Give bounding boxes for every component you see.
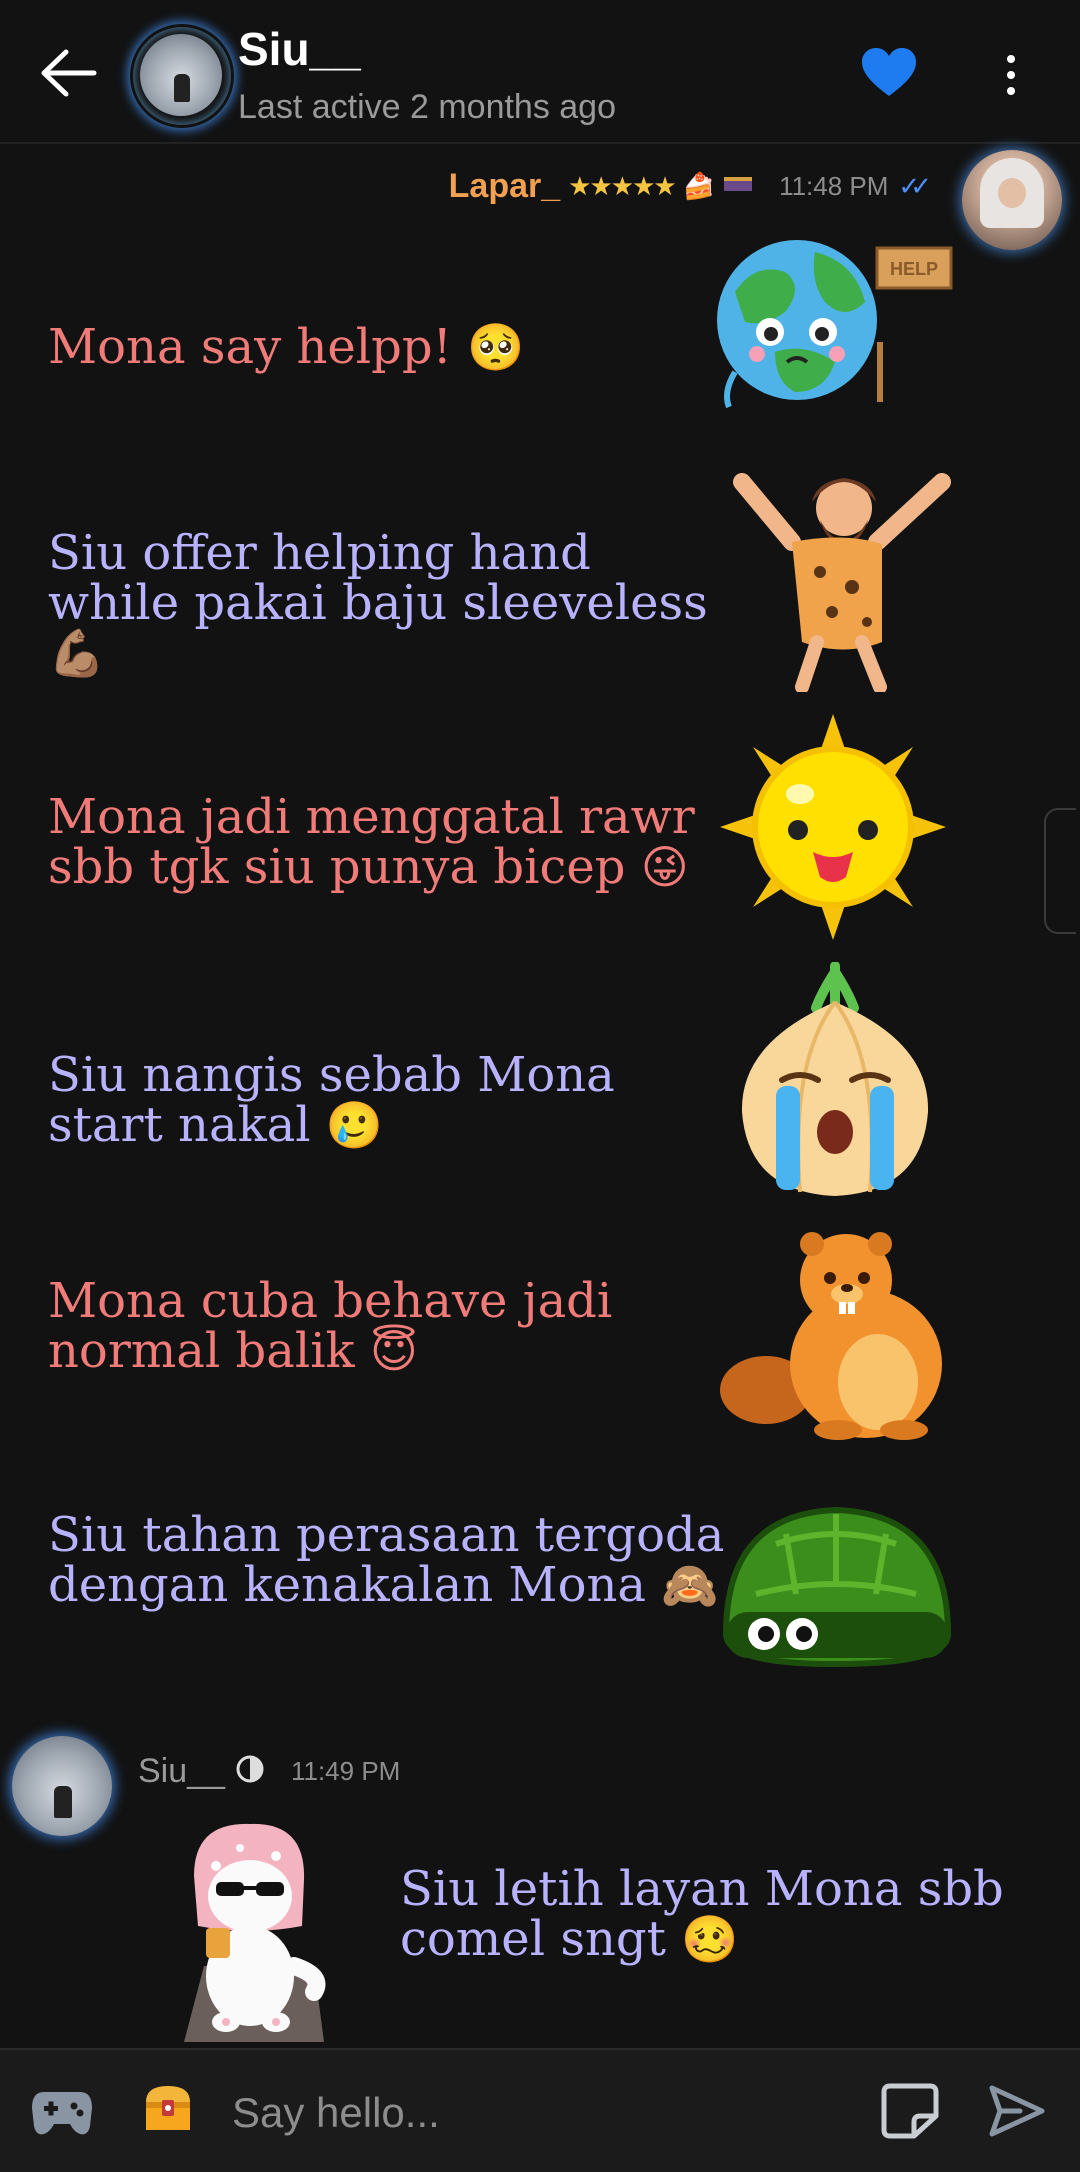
heart-icon[interactable] bbox=[860, 46, 918, 100]
winking-tongue-emoji: 😜 bbox=[640, 840, 689, 894]
flexed-biceps-emoji: 💪🏽 bbox=[48, 626, 106, 680]
reply-sender-name: Siu__ bbox=[138, 1752, 225, 1790]
reply-meta: Siu__ 11:49 PM bbox=[138, 1752, 400, 1791]
crying-onion-sticker[interactable] bbox=[730, 961, 940, 1207]
woozy-face-emoji: 🥴 bbox=[681, 1912, 739, 1966]
message-text: Siu nangis sebab Mona start nakal 🥲 bbox=[48, 1047, 615, 1153]
rank-stars-badge: ★★★★★ bbox=[568, 170, 677, 201]
reply-avatar[interactable] bbox=[4, 1728, 124, 1848]
reply-time: 11:49 PM bbox=[290, 1756, 401, 1786]
beaver-sticker[interactable] bbox=[718, 1222, 958, 1447]
contact-name[interactable]: Siu__ bbox=[238, 22, 361, 76]
last-active-status: Last active 2 months ago bbox=[238, 88, 617, 126]
caveman-sticker[interactable] bbox=[712, 462, 962, 697]
pleading-emoji: 🥺 bbox=[467, 320, 525, 374]
message-input[interactable] bbox=[230, 2084, 854, 2142]
smiling-tear-emoji: 🥲 bbox=[325, 1098, 384, 1152]
sender-name: Lapar_ bbox=[448, 166, 561, 205]
read-ticks-icon: ✓✓ bbox=[898, 170, 931, 201]
message-text: Siu offer helping hand while pakai baju … bbox=[48, 525, 708, 680]
message-text: Mona jadi menggatal rawr sbb tgk siu pun… bbox=[48, 789, 695, 895]
scroll-handle[interactable] bbox=[1044, 808, 1076, 934]
see-no-evil-monkey-emoji: 🙈 bbox=[661, 1558, 719, 1612]
halo-smile-emoji: 😇 bbox=[369, 1324, 418, 1378]
flag-badge-icon bbox=[723, 174, 753, 199]
reply-message-text: Siu letih layan Mona sbb comel sngt 🥴 bbox=[400, 1861, 1004, 1967]
moon-badge-icon bbox=[235, 1754, 265, 1789]
turtle-shell-sticker[interactable] bbox=[716, 1494, 956, 1679]
chat-header: Siu__ Last active 2 months ago bbox=[0, 0, 1080, 144]
sun-tongue-sticker[interactable] bbox=[718, 712, 948, 947]
earth-help-sticker[interactable]: HELP bbox=[715, 232, 955, 417]
more-options-icon[interactable] bbox=[996, 52, 1026, 98]
message-text: Mona say helpp! 🥺 bbox=[48, 319, 525, 375]
composer-bar bbox=[0, 2048, 1080, 2172]
my-avatar[interactable] bbox=[962, 150, 1062, 250]
back-arrow-icon[interactable] bbox=[36, 46, 104, 100]
sticker-icon[interactable] bbox=[880, 2082, 940, 2145]
contact-avatar[interactable] bbox=[130, 24, 232, 126]
message-time: 11:48 PM bbox=[779, 170, 889, 201]
gamepad-icon[interactable] bbox=[30, 2086, 94, 2143]
svg-text:HELP: HELP bbox=[890, 259, 938, 279]
cat-sunglasses-sticker[interactable] bbox=[164, 1816, 334, 2051]
treasure-chest-icon[interactable] bbox=[140, 2080, 196, 2141]
cake-badge-icon: 🍰 bbox=[682, 170, 716, 201]
message-meta: Lapar_ ★★★★★ 🍰 11:48 PM ✓✓ bbox=[448, 164, 932, 208]
message-text: Mona cuba behave jadi normal balik 😇 bbox=[48, 1273, 613, 1379]
message-text: Siu tahan perasaan tergoda dengan kenaka… bbox=[48, 1507, 725, 1613]
send-icon[interactable] bbox=[988, 2084, 1046, 2143]
